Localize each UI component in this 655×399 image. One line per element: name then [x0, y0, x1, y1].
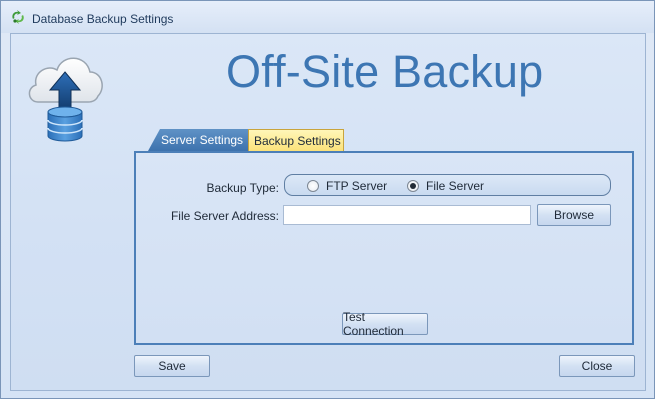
browse-button[interactable]: Browse — [537, 204, 611, 226]
backup-type-group: FTP Server File Server — [284, 174, 611, 196]
recycle-leaf-icon — [10, 9, 26, 25]
file-server-address-label: File Server Address: — [170, 209, 279, 223]
window-title: Database Backup Settings — [32, 12, 174, 26]
ftp-server-label: FTP Server — [326, 179, 388, 193]
file-server-address-input[interactable] — [283, 205, 531, 225]
save-button[interactable]: Save — [134, 355, 210, 377]
backup-type-label: Backup Type: — [206, 181, 280, 195]
ftp-server-radio[interactable]: FTP Server — [307, 179, 387, 193]
radio-checked-icon — [407, 180, 419, 192]
test-connection-button[interactable]: Test Connection — [342, 310, 428, 338]
backup-settings-window: Database Backup Settings Off-Site Backup… — [0, 0, 655, 399]
file-server-label: File Server — [426, 179, 485, 193]
tab-backup-settings[interactable]: Backup Settings — [248, 129, 344, 151]
server-settings-panel: Backup Type: FTP Server File Server File… — [134, 151, 634, 345]
file-server-radio[interactable]: File Server — [407, 179, 484, 193]
title-bar: Database Backup Settings — [1, 1, 654, 33]
tab-server-settings[interactable]: Server Settings — [148, 129, 248, 151]
page-heading: Off-Site Backup — [226, 46, 544, 97]
radio-unchecked-icon — [307, 180, 319, 192]
client-area: Off-Site Backup Server Settings Backup S… — [10, 33, 646, 391]
close-button[interactable]: Close — [559, 355, 635, 377]
cloud-upload-database-icon — [24, 44, 106, 144]
